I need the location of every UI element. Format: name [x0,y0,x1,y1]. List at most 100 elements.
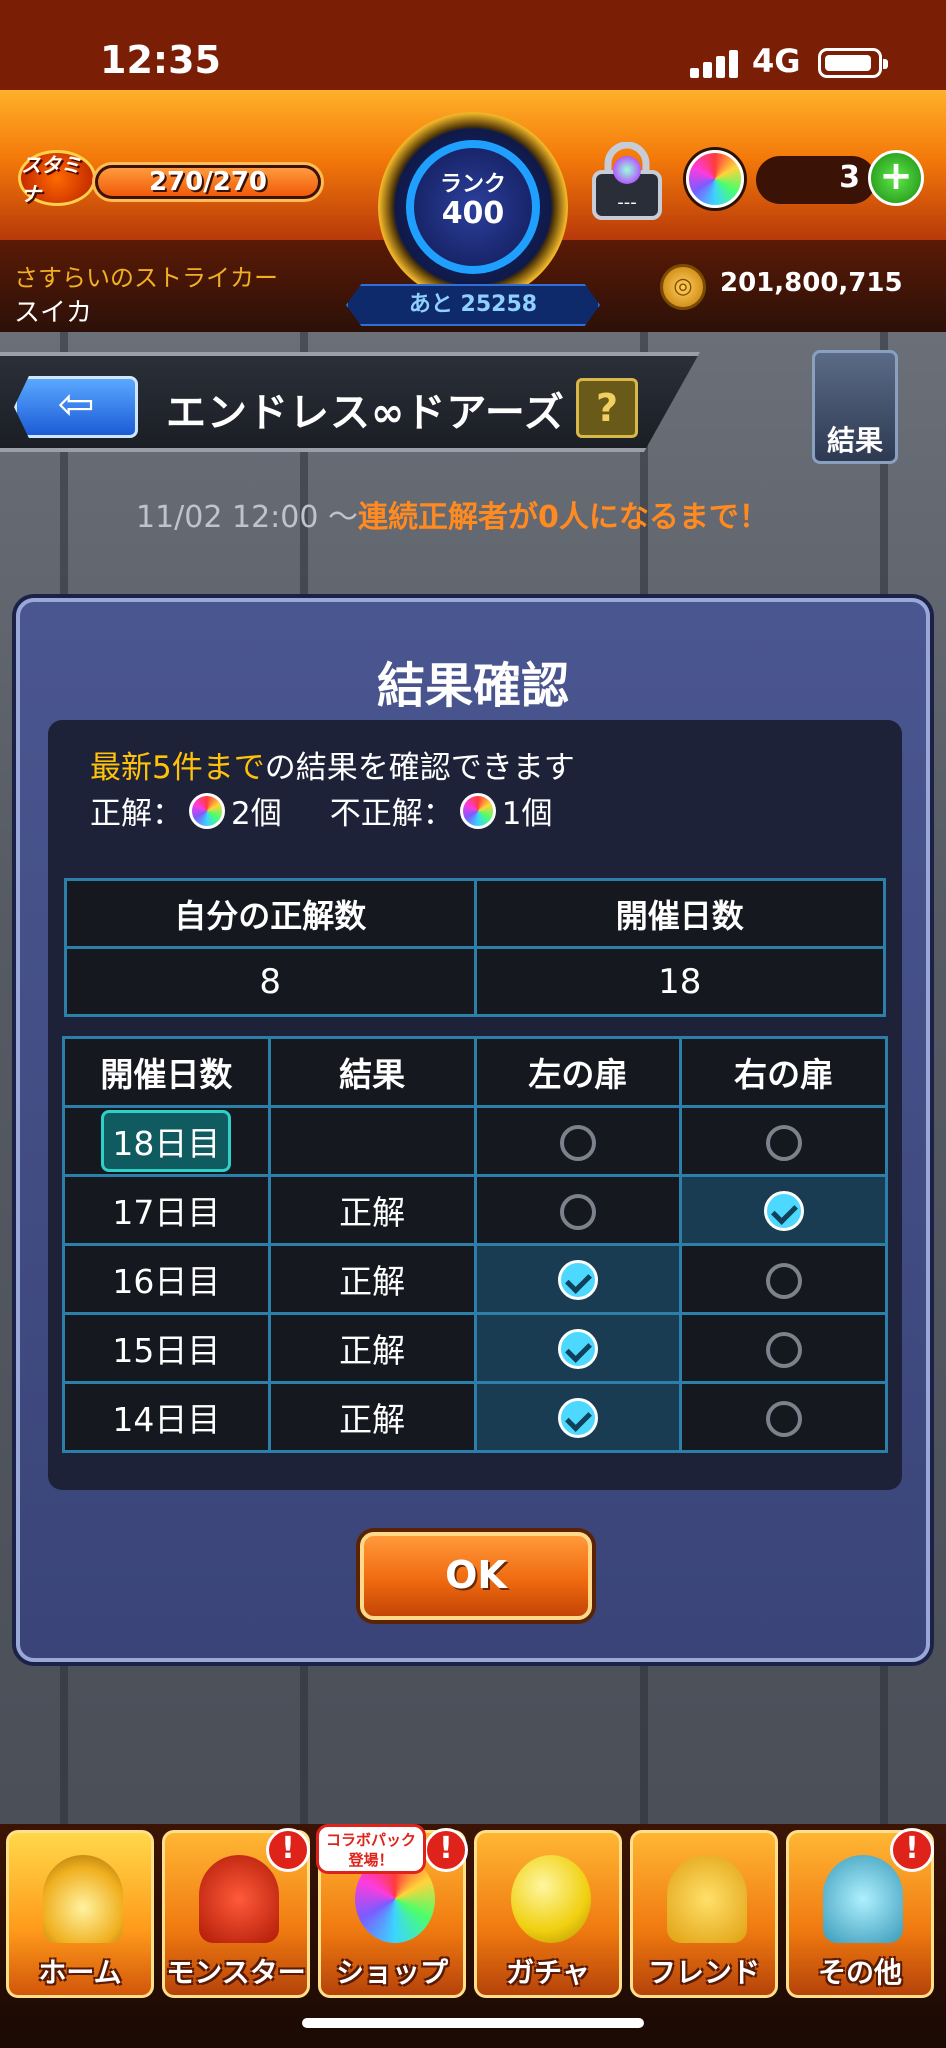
orb-gem-icon [686,150,744,208]
nav-label: ショップ [335,1956,448,1989]
ok-button[interactable]: OK [360,1532,592,1620]
status-time: 12:35 [100,38,221,82]
lock-icon[interactable]: --- [588,142,666,222]
nav-gacha[interactable]: ガチャ [474,1830,622,1998]
history-header-left-door: 左の扉 [473,1036,683,1108]
right-door-cell [679,1312,888,1384]
history-header-result: 結果 [267,1036,477,1108]
correct-label: 正解： [90,796,183,832]
alert-badge: ! [424,1828,468,1872]
other-menu-icon [823,1855,903,1943]
orb-gem-icon [459,792,496,829]
battery-icon [818,48,888,78]
nav-label: モンスター [166,1956,306,1989]
nav-home[interactable]: ホーム [6,1830,154,1998]
gem-count: 3 [839,160,860,195]
result-button[interactable]: 結果 [812,350,898,464]
bottom-nav: ホーム モンスター ショップ ガチャ フレンド その他 [0,1824,946,2048]
info-text: 最新5件までの結果を確認できます [90,742,575,787]
add-gems-button[interactable]: + [868,150,924,206]
incorrect-reward: 1個 [501,796,553,832]
history-day: 14日目 [112,1400,221,1439]
friend-icon [667,1855,747,1943]
history-day: 18日目 [101,1110,232,1172]
check-icon [557,1328,598,1369]
right-door-cell [679,1381,888,1453]
alert-badge: ! [890,1828,934,1872]
left-door-cell [473,1312,683,1384]
home-indicator [302,2018,644,2028]
history-day-cell: 14日目 [62,1381,271,1453]
history-header-right-door: 右の扉 [679,1036,888,1108]
history-result: 正解 [267,1381,477,1453]
reward-info: 正解： 2個 不正解： 1個 [90,788,552,833]
rank-badge[interactable]: ランク 400 [378,112,568,302]
result-modal: 結果確認 最新5件までの結果を確認できます 正解： 2個 不正解： 1個 自分の… [16,598,930,1662]
history-day: 16日目 [112,1262,221,1301]
home-gate-icon [43,1855,123,1943]
history-day-cell: 18日目 [62,1105,271,1177]
rank-value: 400 [441,196,505,231]
nav-label: フレンド [647,1956,760,1989]
check-icon [557,1397,598,1438]
monster-icon [199,1855,279,1943]
info-rest: の結果を確認できます [264,750,575,786]
right-door-cell [679,1174,888,1246]
right-door-cell [679,1243,888,1315]
history-result: 正解 [267,1174,477,1246]
nav-label: その他 [817,1956,902,1989]
alert-badge: ! [266,1828,310,1872]
back-button[interactable]: ⇦ [14,376,138,438]
left-door-cell [473,1174,683,1246]
player-name: スイカ [14,298,93,328]
nav-friend[interactable]: フレンド [630,1830,778,1998]
stamina-value: 270/270 [148,167,268,197]
summary-value-days: 18 [473,946,886,1017]
history-header-day: 開催日数 [62,1036,271,1108]
history-day: 15日目 [112,1331,221,1370]
lock-text: --- [617,192,637,213]
empty-circle-icon [559,1193,596,1230]
modal-panel: 最新5件までの結果を確認できます 正解： 2個 不正解： 1個 自分の正解数 開… [48,720,902,1490]
history-day-cell: 15日目 [62,1312,271,1384]
history-day-cell: 17日目 [62,1174,271,1246]
summary-value-correct: 8 [64,946,477,1017]
rank-label: ランク [439,172,506,197]
rank-next-exp: あと 25258 [346,284,600,326]
history-result: 正解 [267,1243,477,1315]
history-result [267,1105,477,1177]
nav-label: ガチャ [506,1956,590,1989]
event-period-start: 11/02 12:00 ～ [136,500,358,535]
empty-circle-icon [559,1124,596,1161]
stamina-icon: スタミナ [18,150,96,206]
correct-reward: 2個 [231,796,282,832]
history-table: 開催日数 結果 左の扉 右の扉 18日目 17日目 正解 16日目 正解 15日目 正解 14… [62,1036,888,1453]
gacha-egg-icon [511,1855,591,1943]
check-icon [557,1259,598,1300]
empty-circle-icon [765,1400,802,1437]
network-type: 4G [752,42,801,80]
modal-title: 結果確認 [376,658,569,714]
table-row: 15日目 正解 [62,1312,888,1384]
stamina-bar[interactable]: 270/270 [92,162,324,202]
incorrect-label: 不正解： [329,796,454,832]
event-period: 11/02 12:00 ～連続正解者が0人になるまで！ [136,492,769,536]
orb-gem-icon [189,792,225,829]
summary-table: 自分の正解数 開催日数 8 18 [64,878,886,1017]
history-day-cell: 16日目 [62,1243,271,1315]
table-row: 18日目 [62,1105,888,1177]
help-button[interactable]: ? [576,378,638,438]
check-icon [763,1190,804,1231]
summary-header-days: 開催日数 [473,878,886,949]
empty-circle-icon [765,1331,802,1368]
nav-label: ホーム [38,1956,122,1989]
left-door-cell [473,1105,683,1177]
collab-pack-bubble[interactable]: コラボパック登場！ [316,1824,426,1874]
signal-icon [690,48,740,78]
left-door-cell [473,1381,683,1453]
result-button-label: 結果 [826,424,883,457]
empty-circle-icon [765,1262,802,1299]
event-period-end: 連続正解者が0人になるまで！ [357,500,769,535]
right-door-cell [679,1105,888,1177]
history-day: 17日目 [112,1193,221,1232]
